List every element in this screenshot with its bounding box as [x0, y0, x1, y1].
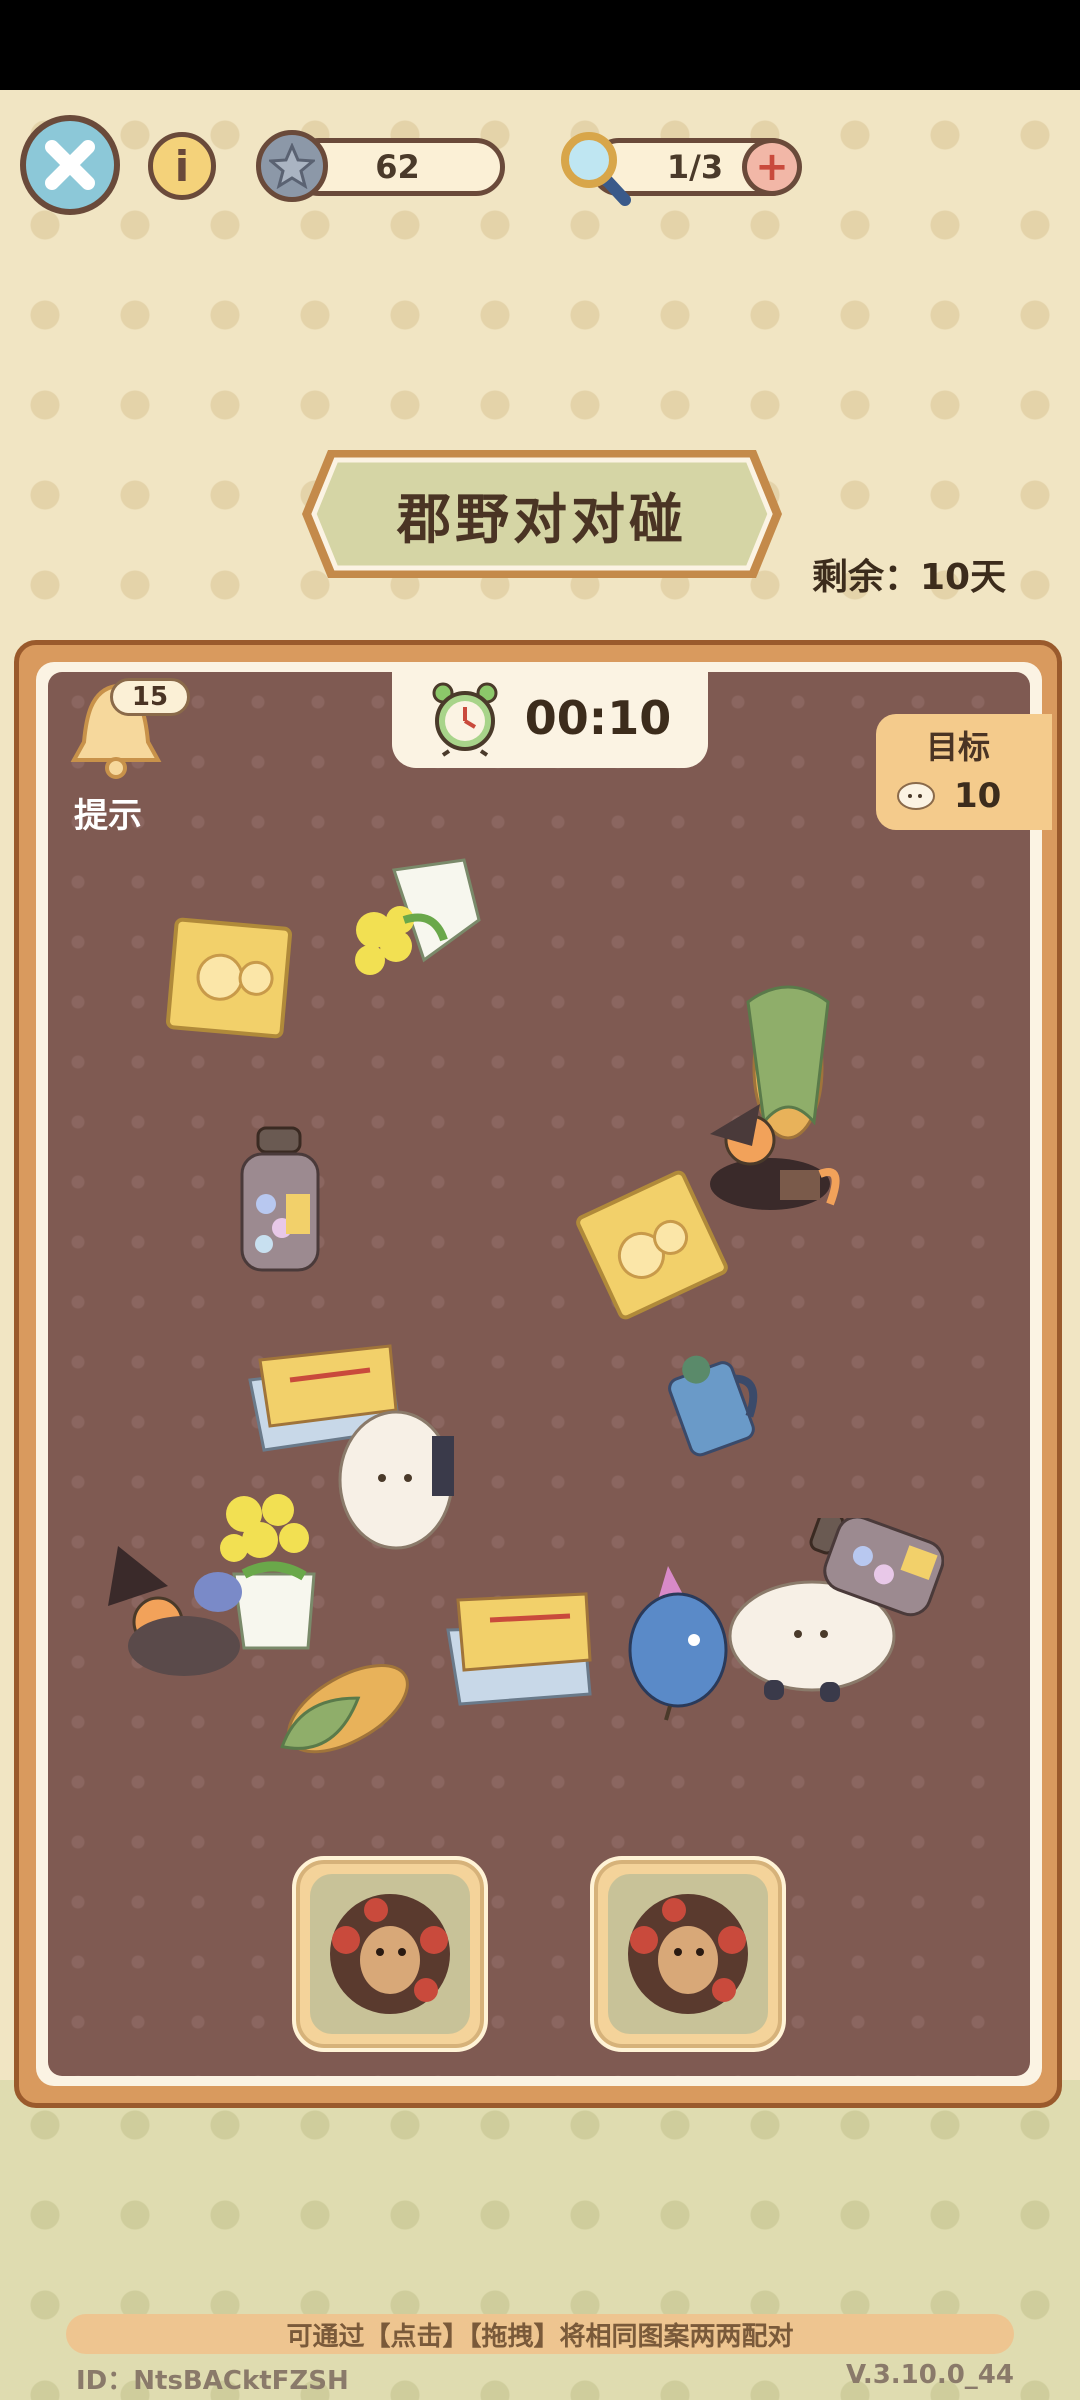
corn-cob-tile[interactable] [254, 1650, 424, 1780]
sheep-cloud-icon [897, 782, 935, 810]
goal-count: 10 [954, 776, 1002, 816]
star-count: 62 [375, 148, 420, 186]
add-magnifier-button[interactable]: + [742, 138, 802, 196]
timer-text: 00:10 [524, 691, 672, 745]
star-icon [256, 130, 328, 202]
timer: 00:10 [392, 668, 708, 768]
candy-jar-tile[interactable] [788, 1518, 944, 1624]
match-slot-2[interactable] [590, 1856, 786, 2052]
blue-bird-tile[interactable] [618, 1560, 738, 1724]
version-text: V.3.10.0_44 [846, 2360, 1014, 2390]
tip-text: 可通过【点击】【拖拽】将相同图案两两配对 [286, 2321, 794, 2352]
magnifier-icon [561, 132, 631, 206]
witch-cat-tile[interactable] [88, 1526, 258, 1696]
cloud-sheep-tile[interactable] [332, 1396, 472, 1568]
info-button[interactable]: i [148, 132, 216, 200]
candy-jar-tile[interactable] [236, 1124, 326, 1274]
flower-bouquet-tile[interactable] [334, 850, 484, 1008]
plus-icon: + [755, 144, 789, 190]
hedgehog-icon [330, 1894, 450, 2014]
cheese-card-tile[interactable] [164, 916, 294, 1040]
remaining-days: 剩余：10天 [812, 557, 1007, 598]
player-id: ID：NtsBACktFZSH [76, 2366, 349, 2396]
status-bar [0, 0, 1080, 90]
info-icon: i [174, 141, 190, 191]
goal-label: 目标 [926, 728, 991, 766]
close-button[interactable] [20, 115, 120, 215]
butter-box-tile[interactable] [440, 1590, 600, 1708]
blue-mug-tile[interactable] [664, 1346, 774, 1466]
cheese-card-tile[interactable] [572, 1170, 732, 1320]
tip-bar: 可通过【点击】【拖拽】将相同图案两两配对 [66, 2314, 1014, 2354]
match-slot-1[interactable] [292, 1856, 488, 2052]
page-title: 郡野对对碰 [397, 487, 687, 551]
hedgehog-icon [628, 1894, 748, 2014]
magnifier-count: 1/3 [666, 148, 724, 186]
close-icon [45, 140, 95, 190]
alarm-clock-icon [432, 682, 498, 757]
hint-button-label[interactable]: 提示 [74, 788, 142, 837]
game-board [48, 672, 1030, 2076]
hint-count-badge: 15 [110, 678, 190, 716]
